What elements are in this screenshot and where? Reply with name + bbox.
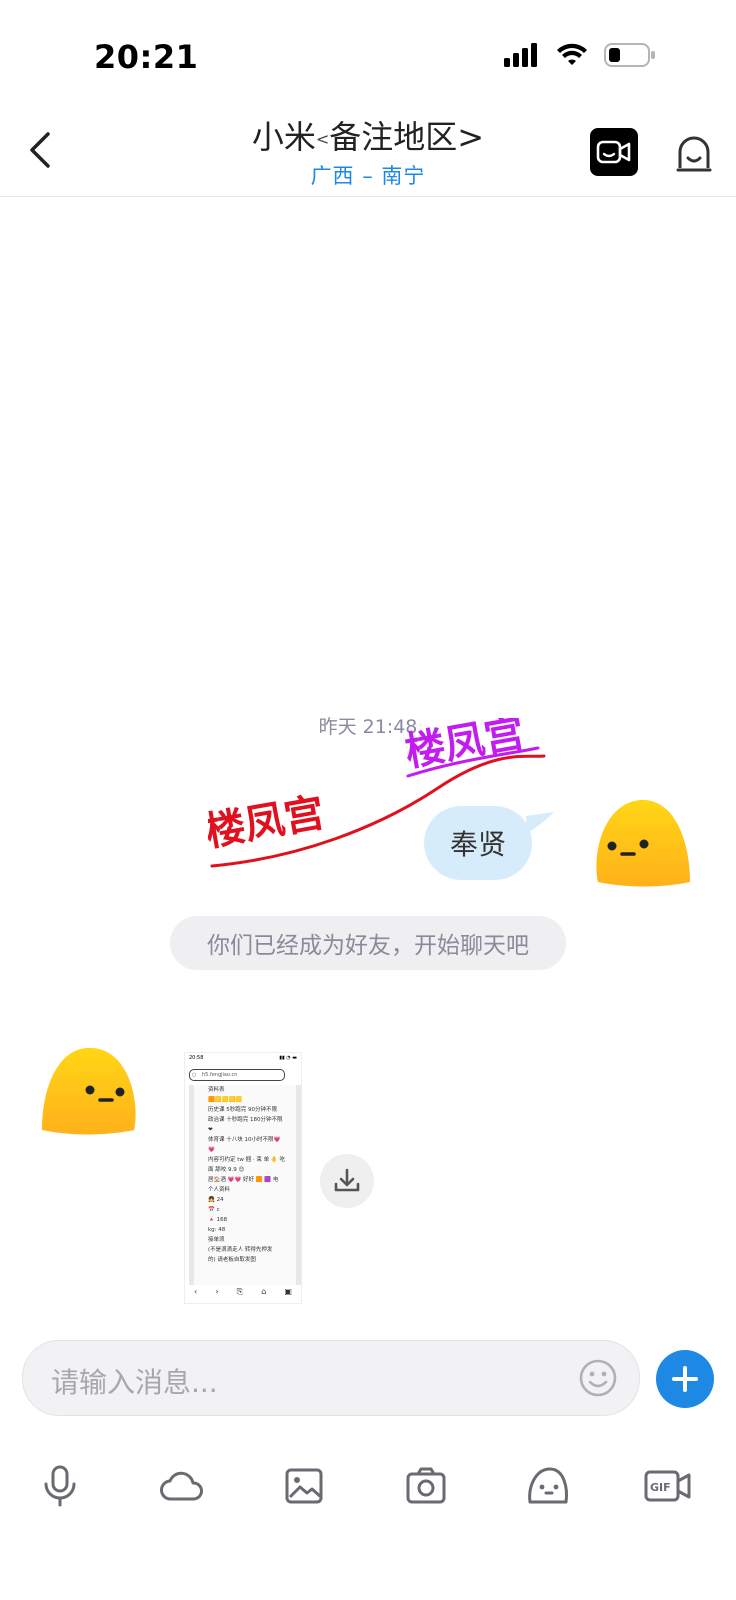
cloud-button[interactable] <box>152 1456 212 1516</box>
microphone-icon <box>44 1465 76 1507</box>
mini-status-icons: ▮▮ ◔ ▬ <box>279 1055 297 1061</box>
svg-text:GIF: GIF <box>650 1481 671 1494</box>
mini-line: 体育课 十八块 10小时不限💗 <box>208 1137 281 1143</box>
mini-line: 的) 请老板自取发图 <box>208 1257 256 1263</box>
mini-line: 👧 24 <box>208 1197 224 1203</box>
mini-line: ❤ <box>208 1127 213 1133</box>
contact-name: 小米 <box>251 118 316 156</box>
download-button[interactable] <box>320 1154 374 1208</box>
mini-line: 接单须 <box>208 1237 225 1243</box>
message-input-placeholder: 请输入消息... <box>51 1366 218 1399</box>
signal-icon <box>504 43 537 67</box>
mini-line: 个人资料 <box>208 1187 231 1193</box>
mini-search-bar: ○ h5.fengjiao.cn <box>189 1069 285 1081</box>
system-notice: 你们已经成为好友，开始聊天吧 <box>170 916 566 970</box>
mini-search-icon: ○ <box>192 1072 197 1078</box>
mini-status-bar: 20:58 ▮▮ ◔ ▬ <box>185 1053 301 1067</box>
mini-line: 🔺 168 <box>208 1217 228 1223</box>
download-icon <box>334 1168 360 1192</box>
image-message[interactable]: 20:58 ▮▮ ◔ ▬ ○ h5.fengjiao.cn 资料表 🟧🟨🟨🟨🟨 … <box>184 1052 302 1304</box>
camera-icon <box>406 1467 446 1504</box>
wifi-icon <box>557 43 587 65</box>
cloud-icon <box>160 1471 203 1501</box>
mini-bookmark-icon: ⌂ <box>261 1287 267 1296</box>
gif-icon: GIF <box>644 1470 691 1502</box>
profile-icon <box>676 136 712 172</box>
plus-button[interactable] <box>656 1350 714 1408</box>
emoji-icon[interactable] <box>577 1357 619 1399</box>
mini-line: 历史课 5秒跑完 90分钟不限 <box>208 1107 277 1113</box>
contact-avatar[interactable] <box>40 1044 140 1138</box>
mini-content: 资料表 🟧🟨🟨🟨🟨 历史课 5秒跑完 90分钟不限 政治课 十秒跑完 180分钟… <box>189 1085 301 1285</box>
sticker-icon <box>528 1467 568 1504</box>
bubble-tail <box>526 812 554 834</box>
status-time: 20:21 <box>94 38 199 76</box>
mini-line: kg: 48 <box>208 1227 226 1233</box>
sent-message-bubble[interactable]: 奉贤 <box>424 806 532 880</box>
mini-tabs-icon: ▣ <box>284 1287 292 1296</box>
sticker-text-top: 楼凤宫 <box>402 718 528 776</box>
image-icon <box>285 1468 323 1504</box>
mini-back-icon: ‹ <box>194 1287 198 1296</box>
mini-line: (不是滴滴走人 转得先押发 <box>208 1247 273 1253</box>
mini-line: 资料表 <box>208 1087 225 1093</box>
status-icons <box>504 42 656 68</box>
mini-time: 20:58 <box>189 1055 204 1061</box>
mini-url: h5.fengjiao.cn <box>202 1072 238 1078</box>
mini-line: 🟧🟨🟨🟨🟨 <box>208 1097 243 1103</box>
sticker-button[interactable] <box>518 1456 578 1516</box>
message-input[interactable]: 请输入消息... <box>22 1340 640 1416</box>
mini-share-icon: ⎘ <box>236 1287 244 1296</box>
video-camera-icon <box>596 140 631 164</box>
camera-button[interactable] <box>396 1456 456 1516</box>
my-avatar[interactable] <box>592 796 692 890</box>
title-separator: < <box>315 129 330 149</box>
gallery-button[interactable] <box>274 1456 334 1516</box>
plus-icon <box>672 1366 698 1392</box>
mini-line: 💗 <box>208 1147 215 1153</box>
mini-forward-icon: › <box>215 1287 219 1296</box>
header-divider <box>0 196 736 197</box>
voice-button[interactable] <box>30 1456 90 1516</box>
mini-line: 面 舔咬 9.9 😊 <box>208 1167 245 1173</box>
gif-button[interactable]: GIF <box>638 1456 698 1516</box>
video-call-button[interactable] <box>590 128 638 176</box>
mini-line: 内容可约定 tw 捆 · 束 单 🤚 吃 <box>208 1157 285 1163</box>
mini-line: 📅 c <box>208 1207 220 1213</box>
input-toolbar: GIF <box>0 1456 736 1516</box>
profile-button[interactable] <box>670 128 718 176</box>
mini-line: 居🏠酒 💗💗 好好 🟧 🟪 电 <box>208 1177 279 1183</box>
mini-nav-bar: ‹ › ⎘ ⌂ ▣ <box>185 1287 301 1297</box>
mini-line: 政治课 十秒跑完 180分钟不限 <box>208 1117 283 1123</box>
contact-remark: 备注地区> <box>329 118 485 156</box>
battery-icon <box>604 43 655 67</box>
